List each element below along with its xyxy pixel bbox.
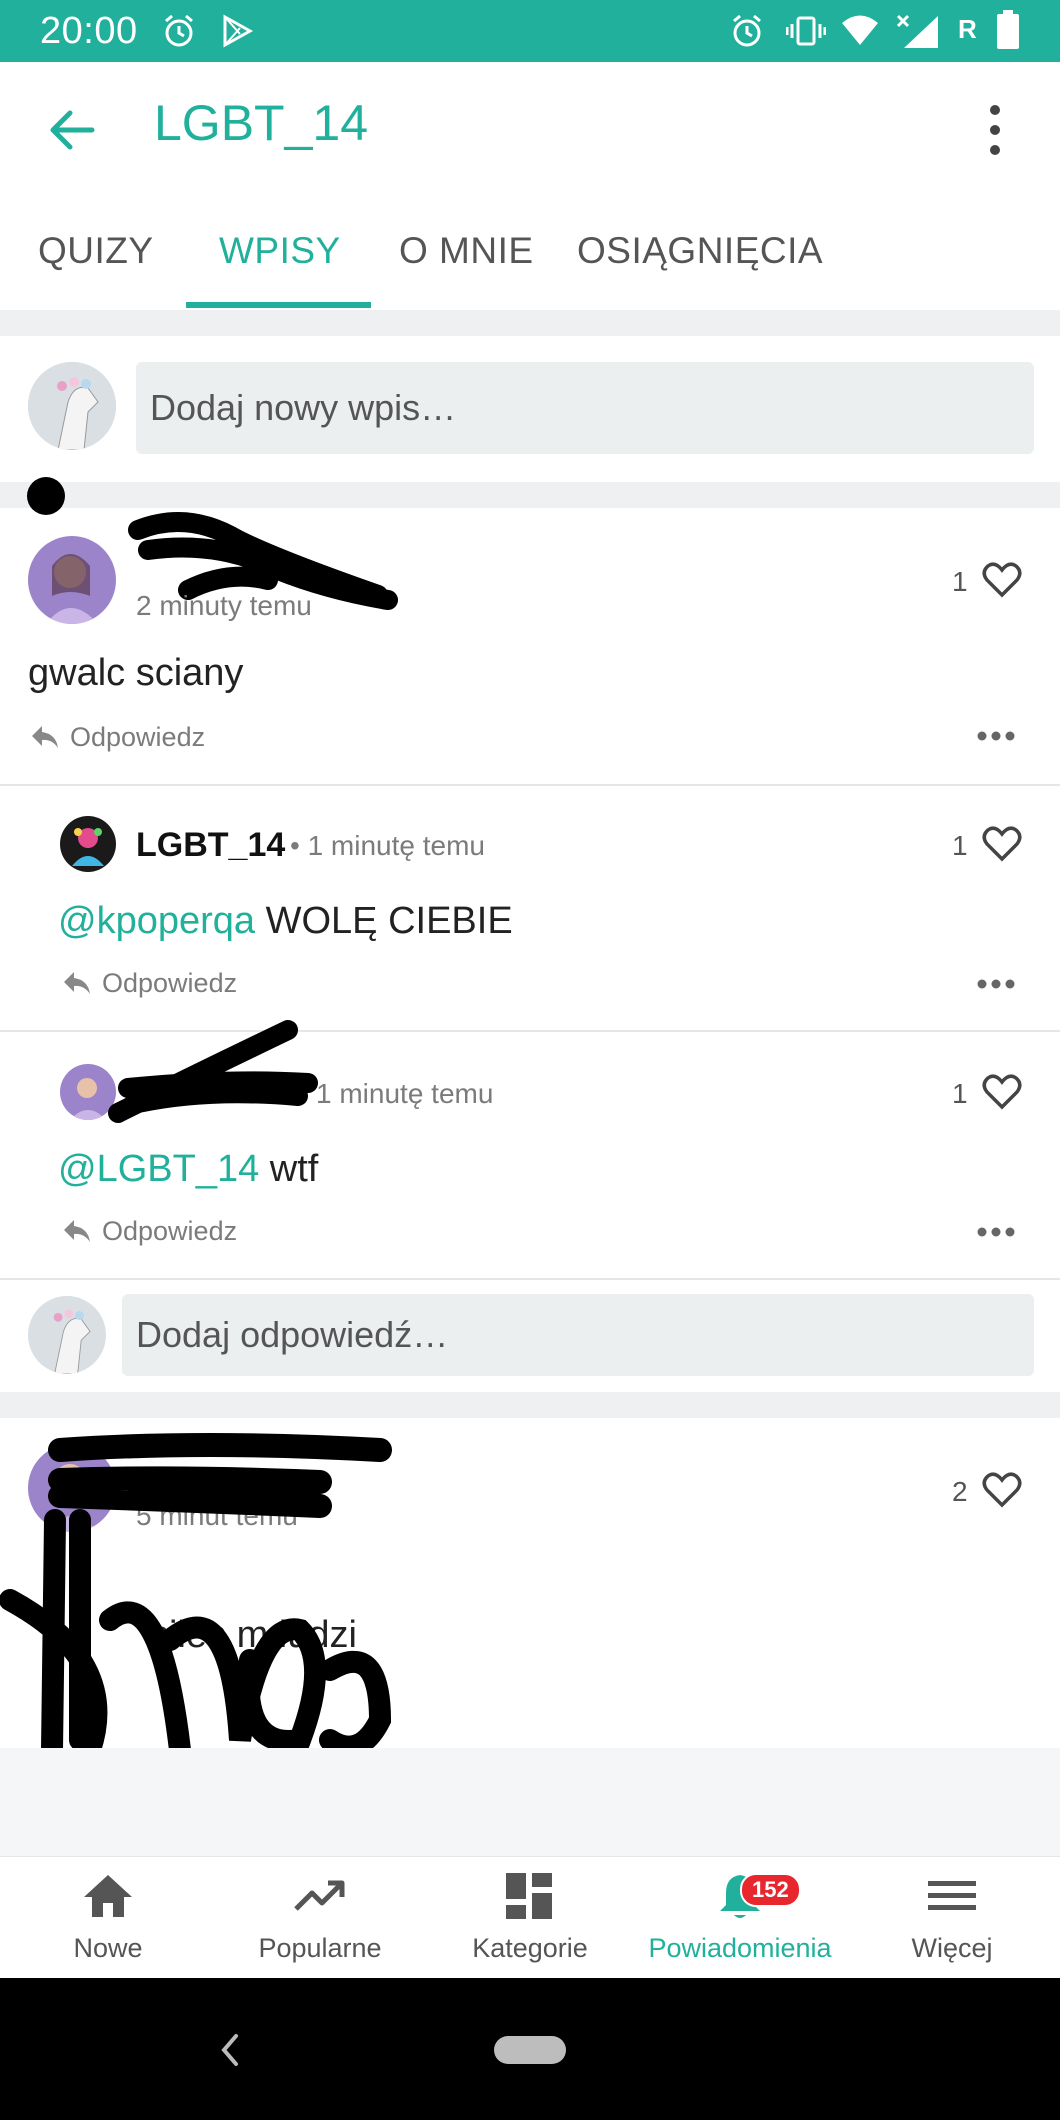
home-pill[interactable] [494,2036,566,2064]
reply-text: @kpoperqa WOLĘ CIEBIE [58,900,513,943]
content-fade [0,1748,1060,1856]
system-navigation-bar [0,1978,1060,2120]
status-bar: 20:00 R [0,0,1060,62]
nav-powiadomienia[interactable]: 152 Powiadomienia [634,1857,846,1979]
nav-wiecej[interactable]: Więcej [846,1857,1058,1979]
heart-icon[interactable] [982,562,1022,598]
redaction-scribble [108,1020,318,1123]
tab-o-mnie[interactable]: O MNIE [399,230,534,272]
redaction-scribble [0,1433,392,1761]
current-user-avatar [28,1296,106,1374]
alarm-icon [165,14,193,47]
reply-icon[interactable] [62,1218,92,1244]
wifi-icon [842,15,878,45]
section-separator [0,310,1060,336]
divider [0,784,1060,786]
post-more-icon[interactable] [976,730,1016,742]
post-author-avatar[interactable] [28,536,116,624]
profile-title: LGBT_14 [154,95,369,151]
tab-quizy[interactable]: QUIZY [38,230,154,272]
reply-time: • 1 minutę temu [290,830,486,861]
reply-more-icon[interactable] [976,1226,1016,1238]
alarm-icon-right [733,14,761,47]
like-count: 2 [952,1476,968,1507]
new-post-input[interactable]: Dodaj nowy wpis… [136,362,1034,454]
nav-label: Powiadomienia [648,1933,832,1963]
status-time: 20:00 [40,10,138,52]
heart-icon[interactable] [982,1472,1022,1508]
reply-link[interactable]: Odpowiedz [102,968,237,999]
post-text: gwalc sciany [28,652,244,694]
like-count: 1 [952,566,968,597]
heart-icon[interactable] [982,826,1022,862]
section-separator [0,482,1060,508]
scribble-dot [27,477,65,515]
like-count: 1 [952,830,968,861]
trending-icon [294,1880,345,1911]
reply-text: @LGBT_14 wtf [58,1148,318,1191]
tab-wpisy[interactable]: WPISY [219,230,341,272]
post-time: 2 minuty temu [136,590,312,621]
user-mention[interactable]: @LGBT_14 [58,1148,259,1190]
active-tab-indicator [186,302,371,308]
bottom-navigation: Nowe Popularne Kategorie 152 Powiadomien… [0,1856,1060,1978]
signal-icon [896,14,938,48]
divider [0,1278,1060,1280]
nav-label: Nowe [73,1933,143,1963]
nav-label: Więcej [911,1933,993,1963]
dashboard-icon [506,1873,552,1919]
reply-body: WOLĘ CIEBIE [255,900,513,942]
nav-kategorie[interactable]: Kategorie [424,1857,636,1979]
reply-body: wtf [259,1148,319,1190]
nav-popularne[interactable]: Popularne [214,1857,426,1979]
back-arrow-icon[interactable] [42,100,102,160]
user-mention[interactable]: @kpoperqa [58,900,255,942]
system-back-icon[interactable] [218,2032,242,2068]
notification-badge: 152 [740,1873,801,1907]
play-store-icon [223,14,254,48]
tab-osiagniecia[interactable]: OSIĄGNIĘCIA [577,230,823,272]
nav-label: Popularne [258,1933,382,1963]
reply-author-avatar[interactable] [60,816,116,872]
reply-username[interactable]: LGBT_14 [136,826,285,865]
reply-icon[interactable] [62,970,92,996]
reply-icon[interactable] [30,724,60,750]
reply-link[interactable]: Odpowiedz [70,722,205,753]
home-icon [84,1875,132,1917]
reply-time: 1 minutę temu [316,1078,494,1109]
more-options-icon[interactable] [970,100,1020,160]
reply-input[interactable]: Dodaj odpowiedź… [122,1294,1034,1376]
nav-nowe[interactable]: Nowe [2,1857,214,1979]
profile-tabs: QUIZY WPISY O MNIE OSIĄGNIĘCIA [0,190,1060,310]
reply-link[interactable]: Odpowiedz [102,1216,237,1247]
app-bar: LGBT_14 [0,62,1060,190]
vibrate-icon [786,16,826,46]
current-user-avatar [28,362,116,450]
like-count: 1 [952,1078,968,1109]
nav-label: Kategorie [472,1933,588,1963]
roaming-indicator: R [958,14,977,44]
battery-icon [997,10,1019,49]
heart-icon[interactable] [982,1074,1022,1110]
section-separator [0,1392,1060,1418]
reply-more-icon[interactable] [976,978,1016,990]
menu-icon [928,1881,976,1910]
